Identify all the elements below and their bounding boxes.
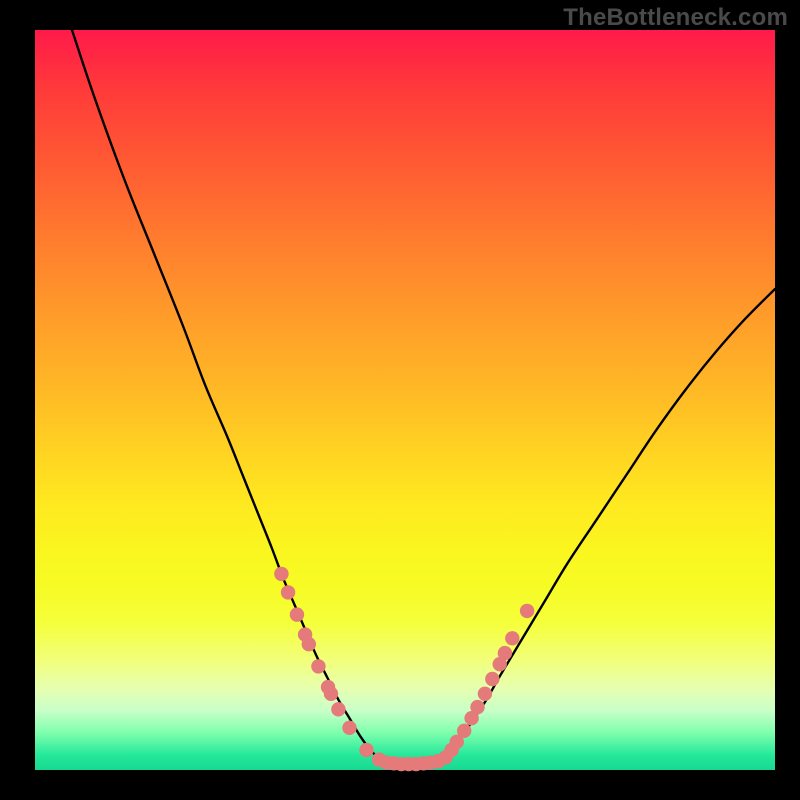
data-point <box>302 637 316 651</box>
chart-svg <box>35 30 775 770</box>
curve-group <box>72 30 775 765</box>
data-point <box>478 687 492 701</box>
data-point <box>281 585 295 599</box>
bottleneck-curve <box>72 30 775 765</box>
data-point <box>359 743 373 757</box>
data-point <box>342 721 356 735</box>
data-point <box>274 567 288 581</box>
chart-stage: TheBottleneck.com <box>0 0 800 800</box>
data-point <box>311 659 325 673</box>
data-point <box>290 607 304 621</box>
data-point <box>485 672 499 686</box>
data-point <box>520 604 534 618</box>
data-point <box>498 646 512 660</box>
watermark-text: TheBottleneck.com <box>563 4 788 32</box>
data-point <box>470 700 484 714</box>
dot-group <box>274 567 534 772</box>
data-point <box>457 724 471 738</box>
data-point <box>505 631 519 645</box>
data-point <box>324 687 338 701</box>
plot-area <box>35 30 775 770</box>
data-point <box>331 702 345 716</box>
